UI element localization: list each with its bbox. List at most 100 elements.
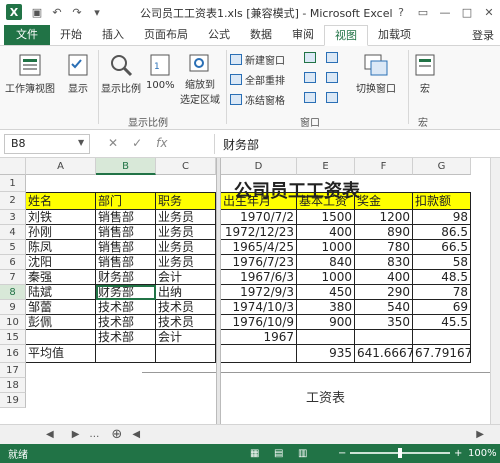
table-cell[interactable]: 1000 bbox=[297, 270, 355, 285]
show-button[interactable]: 显示 bbox=[62, 52, 94, 95]
ribbon-display-button[interactable]: ▭ bbox=[412, 6, 434, 19]
zoom-level[interactable]: 100% bbox=[468, 448, 497, 459]
row-header[interactable]: 8 bbox=[0, 285, 26, 300]
table-cell[interactable]: 69 bbox=[413, 300, 471, 315]
table-cell[interactable]: 财务部 bbox=[96, 270, 156, 285]
tab-addins[interactable]: 加载项 bbox=[368, 25, 421, 45]
maximize-button[interactable]: □ bbox=[456, 6, 478, 19]
tab-view[interactable]: 视图 bbox=[324, 25, 368, 46]
vertical-scrollbar[interactable] bbox=[490, 158, 500, 424]
average-cell[interactable] bbox=[221, 345, 297, 363]
help-button[interactable]: ? bbox=[390, 6, 412, 19]
table-cell[interactable]: 1967/6/3 bbox=[221, 270, 297, 285]
table-cell[interactable]: 58 bbox=[413, 255, 471, 270]
close-button[interactable]: ✕ bbox=[478, 6, 500, 19]
table-cell[interactable]: 1967 bbox=[221, 330, 297, 345]
row-header[interactable]: 5 bbox=[0, 240, 26, 255]
table-cell[interactable]: 400 bbox=[297, 225, 355, 240]
table-cell[interactable]: 会计 bbox=[156, 270, 216, 285]
tab-review[interactable]: 审阅 bbox=[282, 25, 324, 45]
view-side-by-side-button[interactable] bbox=[326, 52, 338, 63]
formula-input[interactable]: 财务部 bbox=[214, 134, 496, 154]
row-header[interactable]: 7 bbox=[0, 270, 26, 285]
scroll-right-icon[interactable]: ▶ bbox=[476, 429, 484, 440]
tab-formulas[interactable]: 公式 bbox=[198, 25, 240, 45]
add-sheet-icon[interactable]: ⊕ bbox=[111, 427, 122, 442]
row-header[interactable]: 17 bbox=[0, 363, 26, 378]
split-button[interactable] bbox=[304, 52, 316, 63]
table-cell[interactable]: 技术员 bbox=[156, 315, 216, 330]
prev-sheet-icon[interactable]: ◀ bbox=[46, 429, 54, 440]
switch-window-button[interactable]: 切换窗口 bbox=[348, 52, 404, 95]
table-cell[interactable]: 890 bbox=[355, 225, 413, 240]
table-cell[interactable]: 400 bbox=[355, 270, 413, 285]
table-cell[interactable]: 沈阳 bbox=[26, 255, 96, 270]
table-cell[interactable]: 290 bbox=[355, 285, 413, 300]
table-cell[interactable]: 900 bbox=[297, 315, 355, 330]
table-cell[interactable]: 技术部 bbox=[96, 330, 156, 345]
table-cell[interactable]: 1972/12/23 bbox=[221, 225, 297, 240]
table-cell[interactable]: 销售部 bbox=[96, 210, 156, 225]
table-cell[interactable]: 98 bbox=[413, 210, 471, 225]
row-header[interactable]: 19 bbox=[0, 393, 26, 408]
table-cell[interactable]: 秦强 bbox=[26, 270, 96, 285]
table-cell[interactable]: 业务员 bbox=[156, 210, 216, 225]
table-cell[interactable] bbox=[355, 330, 413, 345]
page-layout-view-icon[interactable]: ▤ bbox=[274, 448, 283, 459]
table-cell[interactable]: 380 bbox=[297, 300, 355, 315]
chevron-down-icon[interactable]: ▼ bbox=[78, 138, 84, 147]
reset-position-button[interactable] bbox=[326, 92, 338, 103]
more-sheets-icon[interactable]: … bbox=[89, 429, 99, 440]
table-cell[interactable]: 1976/7/23 bbox=[221, 255, 297, 270]
zoom-100-button[interactable]: 1 100% bbox=[146, 52, 175, 91]
table-cell[interactable]: 48.5 bbox=[413, 270, 471, 285]
row-header[interactable]: 9 bbox=[0, 300, 26, 315]
next-sheet-icon[interactable]: ▶ bbox=[72, 429, 80, 440]
average-cell[interactable] bbox=[156, 345, 216, 363]
table-cell[interactable]: 78 bbox=[413, 285, 471, 300]
average-cell[interactable]: 935 bbox=[297, 345, 355, 363]
table-cell[interactable]: 45.5 bbox=[413, 315, 471, 330]
table-cell[interactable]: 1965/4/25 bbox=[221, 240, 297, 255]
table-cell[interactable]: 1000 bbox=[297, 240, 355, 255]
zoom-out-button[interactable]: − bbox=[338, 448, 346, 459]
worksheet-grid[interactable]: A B C D E F G 1 2 3 4 5 6 7 8 9 10 15 16 17 18 19 姓名 部门 职务 出生年月 基本… bbox=[0, 158, 500, 424]
table-cell[interactable]: 出纳 bbox=[156, 285, 216, 300]
table-cell[interactable] bbox=[413, 330, 471, 345]
minimize-button[interactable]: — bbox=[434, 6, 456, 19]
macro-button[interactable]: 宏 bbox=[412, 52, 438, 95]
chart-object[interactable]: 工资表 bbox=[142, 372, 500, 424]
row-header[interactable]: 3 bbox=[0, 210, 26, 225]
unhide-button[interactable] bbox=[304, 92, 316, 103]
save-icon[interactable]: ▣ bbox=[30, 6, 44, 19]
table-cell[interactable]: 1970/7/2 bbox=[221, 210, 297, 225]
column-header[interactable]: A bbox=[26, 158, 96, 175]
table-cell[interactable]: 1976/10/9 bbox=[221, 315, 297, 330]
column-header[interactable]: E bbox=[297, 158, 355, 175]
column-header[interactable]: G bbox=[413, 158, 471, 175]
tab-page-layout[interactable]: 页面布局 bbox=[134, 25, 198, 45]
table-cell[interactable]: 840 bbox=[297, 255, 355, 270]
tab-data[interactable]: 数据 bbox=[240, 25, 282, 45]
table-cell[interactable]: 66.5 bbox=[413, 240, 471, 255]
table-cell[interactable]: 830 bbox=[355, 255, 413, 270]
table-cell[interactable]: 技术员 bbox=[156, 300, 216, 315]
arrange-all-button[interactable]: 全部重排 bbox=[230, 72, 285, 87]
normal-view-icon[interactable]: ▦ bbox=[250, 448, 259, 459]
table-cell[interactable]: 陆斌 bbox=[26, 285, 96, 300]
selected-cell[interactable]: 财务部 bbox=[96, 285, 156, 300]
cancel-icon[interactable]: ✕ bbox=[108, 136, 118, 150]
sync-scroll-button[interactable] bbox=[326, 72, 338, 83]
workbook-views-button[interactable]: 工作簿视图 bbox=[4, 52, 56, 95]
table-cell[interactable]: 1200 bbox=[355, 210, 413, 225]
freeze-panes-button[interactable]: 冻结窗格 bbox=[230, 92, 285, 107]
table-cell[interactable] bbox=[297, 330, 355, 345]
table-cell[interactable]: 1972/9/3 bbox=[221, 285, 297, 300]
column-header[interactable]: B bbox=[96, 158, 156, 175]
row-header[interactable]: 2 bbox=[0, 192, 26, 210]
table-cell[interactable]: 孙刚 bbox=[26, 225, 96, 240]
table-cell[interactable]: 业务员 bbox=[156, 225, 216, 240]
column-header[interactable]: C bbox=[156, 158, 216, 175]
column-header[interactable]: D bbox=[221, 158, 297, 175]
login-link[interactable]: 登录 bbox=[472, 27, 494, 43]
